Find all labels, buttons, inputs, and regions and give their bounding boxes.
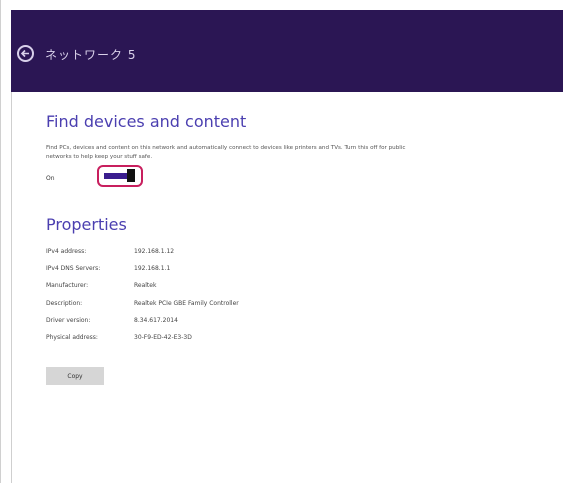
property-label: Description: — [46, 299, 83, 307]
property-label: Manufacturer: — [46, 282, 89, 290]
network-header: ネットワーク 5 — [11, 10, 563, 92]
back-arrow-icon — [20, 49, 29, 58]
property-label: Driver version: — [46, 316, 91, 324]
network-name: ネットワーク 5 — [45, 48, 137, 62]
copy-button[interactable]: Copy — [46, 367, 104, 385]
find-devices-description: Find PCs, devices and content on this ne… — [46, 145, 406, 160]
property-value: Realtek — [134, 282, 157, 290]
property-value: 192.168.1.1 — [134, 265, 171, 273]
toggle-state-label: On — [46, 175, 55, 182]
properties-heading: Properties — [46, 215, 127, 234]
property-label: IPv4 address: — [46, 248, 87, 255]
back-button[interactable] — [17, 45, 34, 62]
property-label: IPv4 DNS Servers: — [46, 265, 101, 273]
settings-window: ネットワーク 5 Find devices and content Find P… — [0, 0, 570, 483]
property-value: 8.34.617.2014 — [134, 316, 178, 324]
property-value: Realtek PCIe GBE Family Controller — [134, 299, 239, 307]
property-label: Physical address: — [46, 333, 98, 341]
property-value: 30-F9-ED-42-E3-3D — [134, 333, 192, 341]
property-value: 192.168.1.12 — [134, 248, 175, 255]
toggle-highlight-ring — [97, 165, 143, 187]
find-devices-heading: Find devices and content — [46, 112, 247, 131]
network-settings-page: Find devices and content Find PCs, devic… — [11, 92, 564, 483]
toggle-thumb[interactable] — [127, 169, 135, 182]
